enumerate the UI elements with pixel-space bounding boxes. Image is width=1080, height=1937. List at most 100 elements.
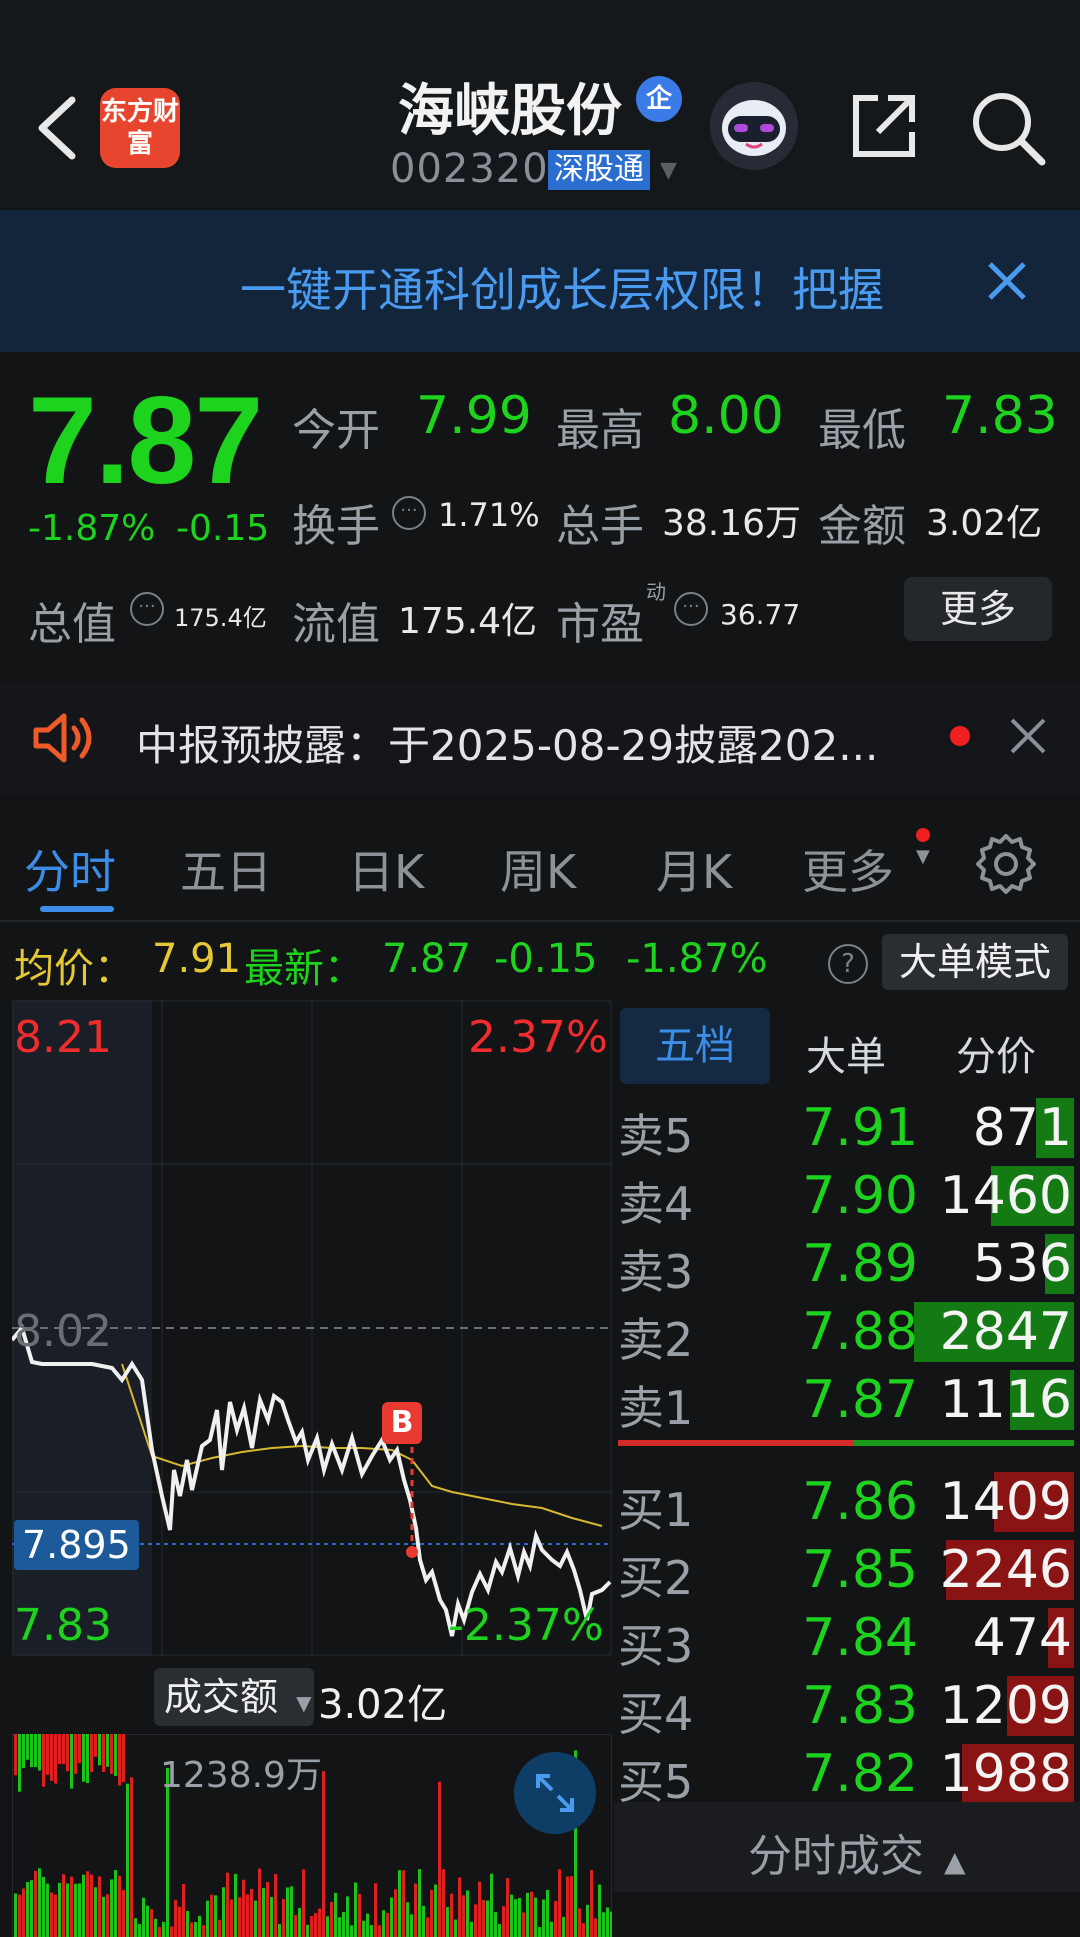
close-icon[interactable] — [984, 258, 1030, 304]
volume-bar — [582, 1923, 585, 1937]
tab-weekly-k[interactable]: 周K — [500, 836, 576, 902]
ask-volume: 871 — [972, 1098, 1072, 1158]
volume-bar — [182, 1883, 185, 1937]
volume-bar — [490, 1873, 493, 1937]
ask-row[interactable]: 卖4 7.90 1460 — [618, 1160, 1074, 1231]
bid-level-label: 买2 — [618, 1551, 694, 1605]
volume-bar — [550, 1921, 553, 1937]
ask-price: 7.91 — [802, 1098, 918, 1158]
tab-five-day[interactable]: 五日 — [180, 836, 272, 902]
ask-row[interactable]: 卖5 7.91 871 — [618, 1092, 1074, 1163]
volume-bar — [34, 1734, 37, 1768]
volume-bar — [82, 1874, 85, 1937]
assistant-robot-icon[interactable] — [710, 82, 798, 170]
buy-signal-marker[interactable]: B — [382, 1402, 422, 1444]
volume-bar — [314, 1913, 317, 1937]
volume-bar — [106, 1894, 109, 1937]
volume-bar — [86, 1871, 89, 1937]
volume-bar — [114, 1734, 117, 1776]
tick-trades-text: 分时成交 — [748, 1831, 924, 1882]
volume-bar — [390, 1897, 393, 1937]
volume-bar — [534, 1897, 537, 1937]
high-value: 8.00 — [668, 386, 784, 446]
volume-bar — [218, 1919, 221, 1937]
volume-bar — [22, 1888, 25, 1937]
volume-type-selector[interactable]: 成交额 ▼ — [154, 1668, 314, 1726]
bid-volume: 1988 — [939, 1744, 1072, 1804]
volume-bar — [58, 1882, 61, 1937]
tab-five-levels[interactable]: 五档 — [620, 1008, 770, 1084]
tab-intraday[interactable]: 分时 — [24, 836, 116, 902]
bid-row[interactable]: 买2 7.85 2246 — [618, 1534, 1074, 1605]
volume-bar — [298, 1908, 301, 1937]
big-order-mode-button[interactable]: 大单模式 — [882, 934, 1068, 990]
tab-big-orders[interactable]: 大单 — [806, 1024, 886, 1082]
pe-info-icon[interactable]: ··· — [674, 592, 708, 626]
volume-bar — [258, 1868, 261, 1937]
volume-bar — [526, 1892, 529, 1937]
volume-bar — [334, 1892, 337, 1937]
volume-bar — [22, 1734, 25, 1769]
mktcap-label: 总值 — [28, 599, 116, 650]
volume-bar — [74, 1734, 77, 1774]
tab-daily-k[interactable]: 日K — [348, 836, 424, 902]
volume-bar — [62, 1874, 65, 1937]
volume-bar — [578, 1908, 581, 1937]
share-icon[interactable] — [848, 90, 920, 162]
tab-price-breakdown[interactable]: 分价 — [956, 1024, 1036, 1082]
volume-bar — [274, 1874, 277, 1937]
mktcap-info-icon[interactable]: ··· — [130, 592, 164, 626]
volume-bar — [170, 1926, 173, 1937]
bid-price: 7.84 — [802, 1608, 918, 1668]
volume-bar — [438, 1781, 441, 1937]
promo-banner-text[interactable]: 一键开通科创成长层权限！把握 — [240, 254, 884, 320]
volume-bar — [30, 1880, 33, 1937]
bid-row[interactable]: 买3 7.84 474 — [618, 1602, 1074, 1673]
more-button[interactable]: 更多 — [904, 577, 1052, 641]
volume-value: 38.16万 — [662, 503, 802, 544]
volume-bar — [326, 1916, 329, 1937]
volume-bar — [78, 1734, 81, 1763]
avg-price-label: 均价： — [14, 946, 134, 992]
volume-bar — [14, 1734, 17, 1776]
volume-bar — [198, 1915, 201, 1937]
ask-price: 7.90 — [802, 1166, 918, 1226]
enterprise-badge[interactable]: 企 — [636, 76, 682, 122]
volume-bar — [602, 1912, 605, 1937]
ask-row[interactable]: 卖2 7.88 2847 — [618, 1296, 1074, 1367]
ask-row[interactable]: 卖1 7.87 1116 — [618, 1364, 1074, 1435]
ask-level-label: 卖3 — [618, 1245, 694, 1299]
bid-row[interactable]: 买5 7.82 1988 — [618, 1738, 1074, 1809]
gear-icon[interactable] — [974, 832, 1038, 896]
bid-row[interactable]: 买1 7.86 1409 — [618, 1466, 1074, 1537]
turnover-info-icon[interactable]: ··· — [392, 496, 426, 530]
volume-bar — [474, 1904, 477, 1937]
tab-more-caret-icon[interactable]: ▼ — [916, 846, 930, 867]
expand-icon[interactable] — [514, 1752, 596, 1834]
notice-text[interactable]: 中报预披露：于2025-08-29披露202... — [136, 712, 878, 773]
tab-more[interactable]: 更多 — [802, 836, 894, 902]
search-icon[interactable] — [970, 90, 1046, 166]
back-icon[interactable] — [28, 88, 84, 168]
volume-bar — [514, 1899, 517, 1937]
crosshair-price-label: 7.895 — [14, 1520, 139, 1570]
volume-bar — [138, 1923, 141, 1937]
volume-bar — [38, 1734, 41, 1771]
close-icon[interactable] — [1006, 714, 1050, 758]
bid-row[interactable]: 买4 7.83 1209 — [618, 1670, 1074, 1741]
volume-bar — [106, 1734, 109, 1767]
ask-level-label: 卖1 — [618, 1381, 694, 1435]
volume-bar — [302, 1869, 305, 1937]
dropdown-caret-icon[interactable]: ▼ — [660, 158, 677, 183]
volume-bar — [402, 1870, 405, 1937]
ask-row[interactable]: 卖3 7.89 536 — [618, 1228, 1074, 1299]
volume-bar — [522, 1912, 525, 1937]
tab-monthly-k[interactable]: 月K — [656, 836, 732, 902]
notification-dot — [916, 828, 930, 842]
tick-trades-label[interactable]: 分时成交 ▲ — [748, 1820, 966, 1884]
volume-bar — [26, 1734, 29, 1760]
volume-bar — [46, 1734, 49, 1775]
help-icon[interactable]: ? — [828, 944, 868, 984]
ask-volume: 1460 — [939, 1166, 1072, 1226]
volume-bar — [342, 1911, 345, 1937]
